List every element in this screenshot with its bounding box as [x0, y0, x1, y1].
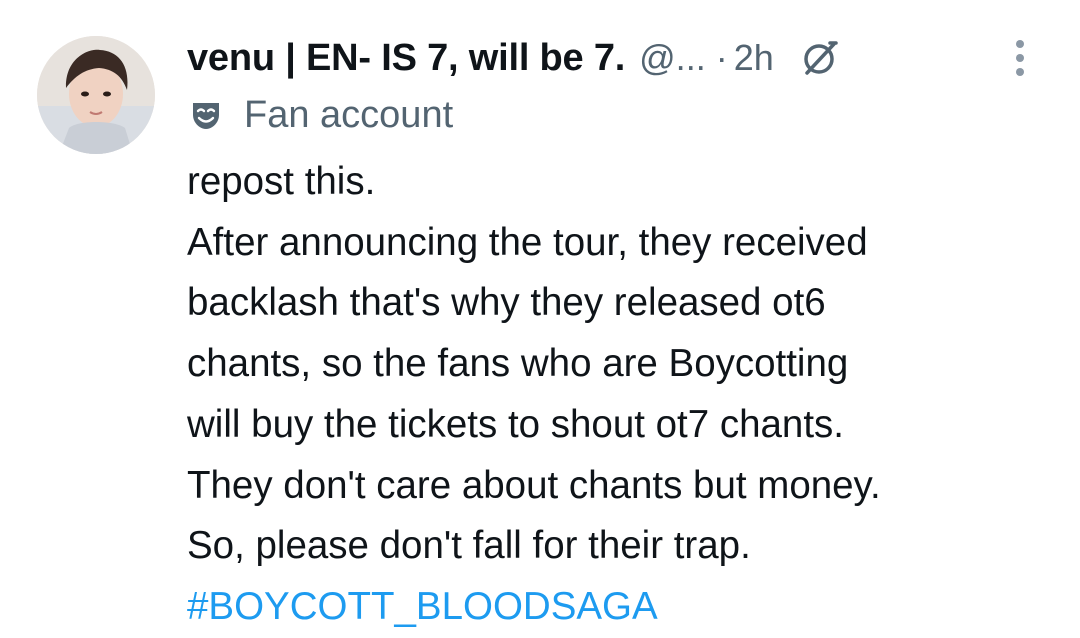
tweet-line: So, please don't fall for their trap.	[187, 524, 751, 568]
hashtag-link[interactable]: #BOYCOTT_BLOODSAGA	[187, 577, 1067, 638]
tweet-text: repost this. After announcing the tour, …	[187, 152, 1067, 638]
timestamp[interactable]: 2h	[734, 37, 774, 79]
more-vertical-icon[interactable]	[1010, 38, 1030, 80]
tweet-line: repost this.	[187, 160, 376, 203]
tweet-line: chants, so the fans who are Boycotting	[187, 342, 849, 386]
tweet-line: They don't care about chants but money.	[187, 463, 881, 507]
tweet: venu | EN- IS 7, will be 7. @... · 2h Fa…	[0, 0, 1080, 638]
avatar[interactable]	[37, 36, 155, 154]
account-label-text: Fan account	[244, 93, 454, 136]
account-label: Fan account	[190, 90, 453, 140]
tweet-line: will buy the tickets to shout ot7 chants…	[187, 402, 844, 446]
author-display-name[interactable]: venu | EN- IS 7, will be 7.	[187, 37, 625, 80]
tweet-line: backlash that's why they released ot6	[187, 281, 826, 325]
author-handle[interactable]: @...	[639, 37, 706, 79]
avatar-image	[37, 36, 155, 154]
tweet-line: After announcing the tour, they received	[187, 220, 868, 264]
mask-icon	[190, 99, 222, 131]
grok-icon[interactable]	[800, 38, 840, 78]
tweet-header: venu | EN- IS 7, will be 7. @... · 2h	[187, 28, 840, 88]
separator-dot: ·	[715, 37, 728, 78]
